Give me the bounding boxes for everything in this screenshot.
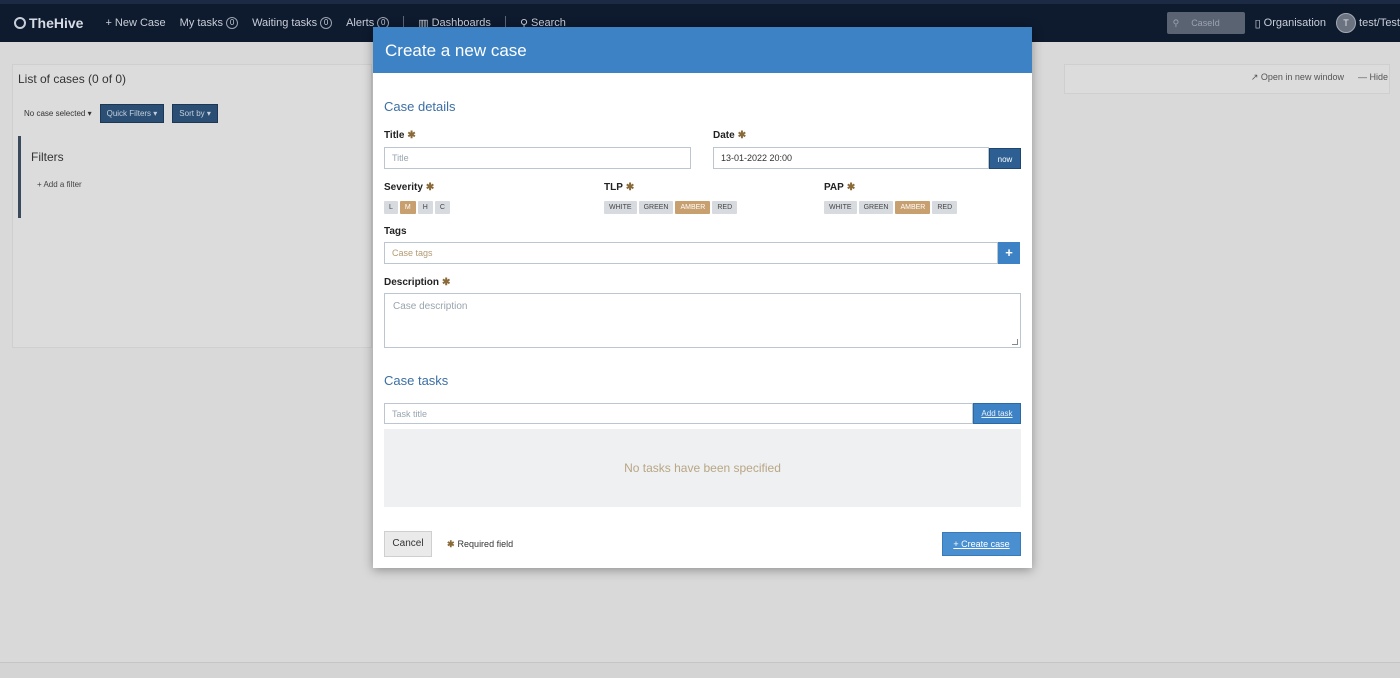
quick-filters-button[interactable]: Quick Filters ▾	[99, 104, 165, 123]
nav-waiting-tasks[interactable]: Waiting tasks 0	[252, 17, 333, 29]
task-title-input[interactable]: Task title	[384, 403, 973, 424]
required-marker-icon: ✱	[846, 182, 856, 193]
severity-label-text: Severity	[384, 182, 423, 193]
description-label-text: Description	[384, 277, 440, 288]
nav-my-tasks-label: My tasks	[179, 17, 224, 29]
footer	[0, 662, 1400, 678]
waiting-tasks-count-badge: 0	[320, 17, 333, 29]
nav-my-tasks[interactable]: My tasks 0	[179, 17, 239, 29]
avatar: T	[1336, 13, 1357, 33]
severity-selector: L M H C	[384, 201, 450, 214]
required-marker-icon: ✱	[407, 130, 416, 141]
sort-by-button[interactable]: Sort by ▾	[172, 104, 218, 123]
brand-name: TheHive	[29, 15, 84, 31]
case-list-toolbar: No case selected ▾ Quick Filters ▾ Sort …	[24, 104, 218, 123]
preview-links: ↗ Open in new window — Hide	[1251, 72, 1388, 83]
required-field-text: Required field	[457, 539, 514, 549]
required-marker-icon: ✱	[442, 277, 451, 288]
pap-selector: WHITE GREEN AMBER RED	[824, 201, 958, 214]
title-input[interactable]: Title	[384, 147, 691, 169]
nav-organisation[interactable]: ▯ Organisation	[1255, 17, 1326, 30]
hide-label: Hide	[1369, 72, 1388, 82]
thehive-logo[interactable]: TheHive	[14, 15, 83, 31]
open-new-window-label: Open in new window	[1260, 72, 1344, 82]
case-tasks-heading: Case tasks	[384, 373, 449, 388]
severity-option-low[interactable]: L	[384, 201, 398, 214]
tlp-option-green[interactable]: GREEN	[638, 201, 674, 214]
tlp-option-red[interactable]: RED	[712, 201, 738, 214]
user-name: test/Test	[1359, 17, 1400, 29]
required-marker-icon: ✱	[425, 182, 435, 193]
required-marker-icon: ✱	[447, 539, 455, 549]
resize-handle-icon[interactable]	[1012, 339, 1018, 345]
my-tasks-count-badge: 0	[226, 17, 239, 29]
nav-alerts-label: Alerts	[346, 17, 375, 29]
plus-icon: +	[105, 17, 112, 29]
tags-input[interactable]: Case tags	[384, 242, 998, 264]
caseid-placeholder: CaseId	[1191, 18, 1220, 28]
add-tag-button[interactable]: +	[998, 242, 1020, 264]
nav-waiting-tasks-label: Waiting tasks	[252, 17, 318, 29]
title-label: Title ✱	[384, 130, 416, 141]
tlp-label-text: TLP	[604, 182, 623, 193]
user-menu[interactable]: T test/Test	[1336, 13, 1400, 33]
pap-option-red[interactable]: RED	[932, 201, 958, 214]
required-marker-icon: ✱	[625, 182, 635, 193]
pap-label-text: PAP	[824, 182, 844, 193]
pap-option-green[interactable]: GREEN	[858, 201, 894, 214]
tlp-option-amber[interactable]: AMBER	[675, 201, 711, 214]
case-list-title: List of cases (0 of 0)	[18, 72, 127, 86]
empty-tasks-message: No tasks have been specified	[384, 429, 1021, 507]
filters-panel: Filters + Add a filter	[18, 136, 360, 218]
date-label: Date ✱	[713, 130, 746, 141]
open-new-window-link[interactable]: ↗ Open in new window	[1251, 72, 1344, 83]
bee-icon	[14, 17, 26, 29]
tlp-option-white[interactable]: WHITE	[604, 201, 637, 214]
search-icon: ⚲	[1172, 17, 1180, 28]
nav-new-case[interactable]: + New Case	[105, 17, 165, 29]
no-case-selected-dropdown[interactable]: No case selected ▾	[24, 109, 92, 118]
severity-option-critical[interactable]: C	[434, 201, 450, 214]
case-details-heading: Case details	[384, 99, 456, 114]
add-filter-link[interactable]: + Add a filter	[37, 180, 350, 189]
organisation-label: Organisation	[1263, 17, 1327, 29]
required-marker-icon: ✱	[737, 130, 747, 141]
tags-label: Tags	[384, 226, 407, 237]
plus-icon: +	[953, 539, 962, 549]
tlp-label: TLP ✱	[604, 182, 634, 193]
description-label: Description ✱	[384, 277, 450, 288]
title-label-text: Title	[384, 130, 405, 141]
description-textarea[interactable]: Case description	[384, 293, 1021, 348]
create-case-button[interactable]: + Create case	[942, 532, 1021, 556]
modal-title: Create a new case	[373, 27, 1032, 73]
description-placeholder: Case description	[393, 301, 468, 312]
date-label-text: Date	[713, 130, 735, 141]
pap-label: PAP ✱	[824, 182, 855, 193]
nav-new-case-label: New Case	[114, 17, 166, 29]
hide-link[interactable]: — Hide	[1358, 72, 1388, 83]
cancel-button[interactable]: Cancel	[384, 531, 432, 557]
filters-title: Filters	[31, 150, 64, 164]
create-case-label: Create case	[961, 539, 1010, 549]
severity-option-high[interactable]: H	[417, 201, 433, 214]
pap-option-amber[interactable]: AMBER	[895, 201, 931, 214]
severity-label: Severity ✱	[384, 182, 434, 193]
building-icon: ▯	[1254, 17, 1261, 30]
pap-option-white[interactable]: WHITE	[824, 201, 857, 214]
required-field-note: ✱ Required field	[447, 539, 513, 550]
create-case-modal: Create a new case Case details Title ✱ Ti…	[373, 27, 1032, 568]
date-input[interactable]: 13-01-2022 20:00	[713, 147, 989, 169]
add-task-button[interactable]: Add task	[973, 403, 1021, 424]
caseid-search-input[interactable]: ⚲ CaseId	[1166, 12, 1245, 34]
now-button[interactable]: now	[989, 148, 1021, 169]
tlp-selector: WHITE GREEN AMBER RED	[604, 201, 738, 214]
plus-icon: +	[1005, 245, 1013, 260]
severity-option-medium[interactable]: M	[399, 201, 416, 214]
